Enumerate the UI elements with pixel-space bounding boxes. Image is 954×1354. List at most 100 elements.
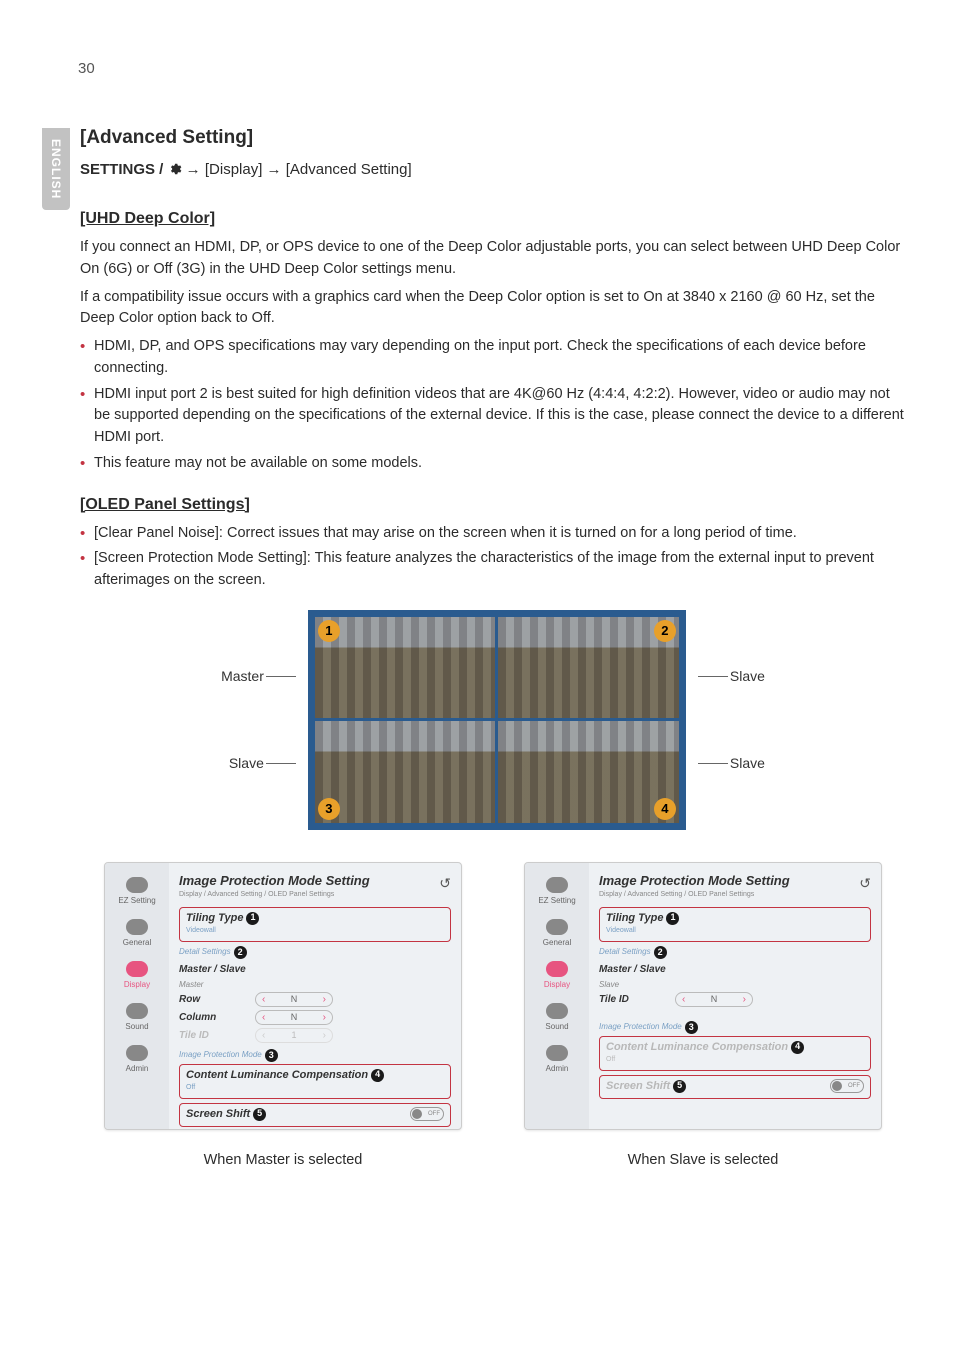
tile-id-label: Tile ID [599,992,675,1007]
sidebar-item-admin[interactable]: Admin [105,1039,169,1081]
master-slave-label: Master / Slave [179,962,255,977]
callout-4: 4 [791,1041,804,1054]
heading-advanced-setting: [Advanced Setting] [80,124,906,153]
sidebar-admin-label: Admin [126,1063,149,1075]
chevron-right-icon[interactable]: › [743,992,746,1007]
diagram-master-label: Master [221,666,264,687]
chevron-left-icon[interactable]: ‹ [262,1010,265,1025]
page-number: 30 [78,58,95,81]
oled-bullet-1: [Clear Panel Noise]: Correct issues that… [80,523,906,545]
back-icon[interactable]: ↺ [439,873,451,894]
detail-settings-label: Detail Settings [179,946,231,958]
callout-3: 3 [265,1049,278,1062]
screen-shift-toggle[interactable]: OFF [410,1107,444,1121]
ez-icon [126,877,148,893]
panel-breadcrumb: Display / Advanced Setting / OLED Panel … [179,890,451,901]
path-advanced: [Advanced Setting] [286,161,412,178]
sidebar-sound-label: Sound [545,1021,568,1033]
gear-icon [168,161,182,184]
diagram-tile-3: 3 [315,721,496,823]
sound-icon [546,1003,568,1019]
tile-id-spinner[interactable]: ‹N› [675,992,753,1007]
tile-id-label: Tile ID [179,1028,255,1043]
panel-title: Image Protection Mode Setting [179,871,451,891]
callout-5: 5 [673,1080,686,1093]
uhd-bullet-2: HDMI input port 2 is best suited for hig… [80,384,906,449]
callout-3: 3 [685,1021,698,1034]
tile-id-spinner: ‹ 1 › [255,1028,333,1043]
heading-oled: [OLED Panel Settings] [80,493,906,517]
sidebar-admin-label: Admin [546,1063,569,1075]
path-arrow-2: → [262,161,285,178]
uhd-bullet-list: HDMI, DP, and OPS specifications may var… [80,336,906,475]
settings-path: SETTINGS / → [Display] → [Advanced Setti… [80,159,906,184]
master-slave-value: Slave [599,979,619,991]
path-display: [Display] [205,161,263,178]
caption-master: When Master is selected [104,1150,462,1172]
column-spinner[interactable]: ‹ N › [255,1010,333,1025]
sidebar-item-sound[interactable]: Sound [105,997,169,1039]
tile-id-value: 1 [291,1029,296,1043]
oled-bullet-list: [Clear Panel Noise]: Correct issues that… [80,523,906,592]
sidebar-display-label: Display [544,979,570,991]
chevron-left-icon: ‹ [262,1028,265,1043]
row-spinner[interactable]: ‹N› [255,992,333,1007]
diagram-frame: 1 2 3 4 [308,610,686,830]
sidebar-item-display[interactable]: Display [525,955,589,997]
sidebar-item-sound[interactable]: Sound [525,997,589,1039]
master-slave-value: Master [179,979,203,991]
clc-value: Off [606,1055,864,1066]
tiling-type-box[interactable]: Tiling Type 1 Videowall [599,907,871,942]
column-label: Column [179,1010,255,1025]
sidebar-ez-label: EZ Setting [538,895,575,907]
sidebar-item-general[interactable]: General [105,913,169,955]
tile-badge-2: 2 [654,620,676,642]
path-settings-label: SETTINGS / [80,161,168,178]
screen-shift-label: Screen Shift [606,1078,670,1095]
diagram-tile-4: 4 [498,721,679,823]
sidebar-item-ez[interactable]: EZ Setting [105,871,169,913]
panel-sidebar: EZ Setting General Display Sound Admin [105,863,169,1129]
panel-breadcrumb: Display / Advanced Setting / OLED Panel … [599,890,871,901]
callout-5: 5 [253,1108,266,1121]
chevron-left-icon[interactable]: ‹ [682,992,685,1007]
diagram-slave-label-br: Slave [730,753,765,774]
ipm-label: Image Protection Mode [599,1021,682,1033]
panel-title: Image Protection Mode Setting [599,871,871,891]
settings-panel-slave: EZ Setting General Display Sound Admin ↺… [524,862,882,1130]
sidebar-item-display[interactable]: Display [105,955,169,997]
uhd-bullet-1: HDMI, DP, and OPS specifications may var… [80,336,906,380]
callout-4: 4 [371,1069,384,1082]
display-icon [126,961,148,977]
screen-shift-box: Screen Shift 5 OFF [599,1075,871,1100]
sidebar-general-label: General [543,937,571,949]
settings-panel-master: EZ Setting General Display Sound Admin ↺… [104,862,462,1130]
uhd-paragraph-2: If a compatibility issue occurs with a g… [80,287,906,331]
chevron-right-icon[interactable]: › [323,992,326,1007]
sidebar-item-ez[interactable]: EZ Setting [525,871,589,913]
screen-shift-box[interactable]: Screen Shift 5 OFF [179,1103,451,1128]
language-tab: ENGLISH [42,128,70,210]
callout-2: 2 [654,946,667,959]
clc-box[interactable]: Content Luminance Compensation 4 Off [179,1064,451,1099]
tiling-type-label: Tiling Type [186,910,243,927]
general-icon [126,919,148,935]
callout-2: 2 [234,946,247,959]
column-value: N [291,1011,298,1025]
sidebar-ez-label: EZ Setting [118,895,155,907]
sidebar-item-general[interactable]: General [525,913,589,955]
diagram-tile-2: 2 [498,617,679,719]
tiling-type-value: Videowall [606,926,864,937]
chevron-right-icon[interactable]: › [323,1010,326,1025]
tiling-type-box[interactable]: Tiling Type 1 Videowall [179,907,451,942]
chevron-left-icon[interactable]: ‹ [262,992,265,1007]
tile-badge-4: 4 [654,798,676,820]
chevron-right-icon: › [323,1028,326,1043]
master-slave-label: Master / Slave [599,962,675,977]
sidebar-item-admin[interactable]: Admin [525,1039,589,1081]
admin-icon [126,1045,148,1061]
uhd-paragraph-1: If you connect an HDMI, DP, or OPS devic… [80,237,906,281]
back-icon[interactable]: ↺ [859,873,871,894]
uhd-bullet-3: This feature may not be available on som… [80,453,906,475]
ez-icon [546,877,568,893]
